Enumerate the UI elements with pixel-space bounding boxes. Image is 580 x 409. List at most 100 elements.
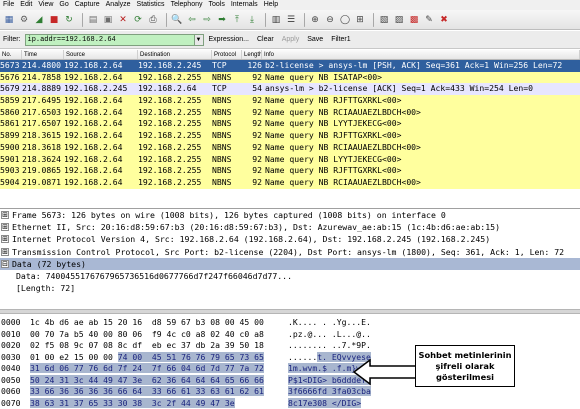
packet-cell-proto: NBNS bbox=[212, 95, 232, 106]
column-header-destination[interactable]: Destination bbox=[138, 50, 212, 59]
open-file-icon[interactable]: ▤ bbox=[87, 14, 99, 26]
packet-row[interactable]: 5904 219.0871 192.168.2.64 192.168.2.255 NBN… bbox=[0, 176, 580, 189]
filter1-button[interactable]: Filter1 bbox=[331, 36, 350, 43]
interface-list-icon[interactable]: ▦ bbox=[3, 14, 15, 26]
hex-bytes[interactable]: 02 f5 08 9c 07 08 8c df eb ec 37 db 2a 3… bbox=[30, 340, 264, 352]
start-capture-icon[interactable]: ◢ bbox=[33, 14, 45, 26]
packet-row[interactable]: 5903 219.0865 192.168.2.64 192.168.2.255 NBN… bbox=[0, 165, 580, 177]
detail-row[interactable]: ⊞ Transmission Control Protocol, Src Port… bbox=[0, 246, 580, 258]
zoom-in-icon[interactable]: ⊕ bbox=[309, 14, 321, 26]
detail-row[interactable]: ⊞ Internet Protocol Version 4, Src: 192.1… bbox=[0, 233, 580, 245]
packet-cell-no: 5673 bbox=[0, 60, 20, 70]
zoom-out-icon[interactable]: ⊖ bbox=[324, 14, 336, 26]
packet-row[interactable]: 5861 217.6507 192.168.2.64 192.168.2.255 NBN… bbox=[0, 118, 580, 131]
menu-help[interactable]: Help bbox=[264, 0, 278, 10]
save-file-icon[interactable]: ▣ bbox=[102, 14, 114, 26]
go-back-icon[interactable]: ⇦ bbox=[186, 14, 198, 26]
expand-icon[interactable]: ⊞ bbox=[1, 211, 9, 220]
packet-row[interactable]: 5679 214.8889 192.168.2.245 192.168.2.64 TCP… bbox=[0, 83, 580, 96]
packet-row[interactable]: 5900 218.3618 192.168.2.64 192.168.2.255 NBN… bbox=[0, 141, 580, 154]
close-file-icon[interactable]: ✕ bbox=[117, 14, 129, 26]
first-packet-icon[interactable]: ⤒ bbox=[231, 14, 243, 26]
save-filter-button[interactable]: Save bbox=[307, 36, 323, 43]
hex-ascii[interactable]: 3f6666fd 3fa03cba bbox=[288, 386, 371, 398]
detail-row[interactable]: ⊟ Data (72 bytes) bbox=[0, 257, 580, 270]
preferences-icon[interactable]: ✎ bbox=[423, 14, 435, 26]
last-packet-icon[interactable]: ⤓ bbox=[246, 14, 258, 26]
packet-list-header: No. Time Source Destination Protocol Len… bbox=[0, 50, 580, 60]
hex-ascii[interactable]: .pz.@... .L...@.. bbox=[288, 329, 371, 341]
capture-options-icon[interactable]: ⚙ bbox=[18, 14, 30, 26]
apply-button[interactable]: Apply bbox=[282, 36, 300, 43]
coloring-rules-icon[interactable]: ▩ bbox=[408, 14, 420, 26]
packet-cell-dst: 192.168.2.255 bbox=[138, 153, 202, 164]
hex-ascii[interactable]: .K.... . .Yg...E. bbox=[288, 317, 371, 329]
menu-view[interactable]: View bbox=[38, 0, 53, 10]
expand-icon[interactable]: ⊞ bbox=[1, 235, 9, 244]
menu-go[interactable]: Go bbox=[59, 0, 68, 10]
help-icon[interactable]: ✖ bbox=[438, 14, 450, 26]
menu-tools[interactable]: Tools bbox=[208, 0, 224, 10]
hex-bytes-segment: 02 f5 08 9c 07 08 8c df eb ec 37 db 2a 3… bbox=[30, 340, 264, 350]
go-to-packet-icon[interactable]: ➡ bbox=[216, 14, 228, 26]
packet-cell-proto: NBNS bbox=[212, 71, 232, 82]
colorize-icon[interactable]: ▥ bbox=[270, 14, 282, 26]
collapse-icon[interactable]: ⊟ bbox=[1, 259, 9, 268]
stop-capture-icon[interactable]: ■ bbox=[48, 14, 60, 26]
capture-filters-icon[interactable]: ▧ bbox=[378, 14, 390, 26]
column-header-info[interactable]: Info bbox=[262, 50, 580, 59]
hex-bytes[interactable]: 00 70 7a b5 40 00 80 06 f9 4c c0 a8 02 4… bbox=[30, 329, 264, 341]
find-packet-icon[interactable]: 🔍 bbox=[171, 14, 183, 26]
detail-text: Internet Protocol Version 4, Src: 192.16… bbox=[12, 234, 491, 245]
zoom-normal-icon[interactable]: ◯ bbox=[339, 14, 351, 26]
packet-row[interactable]: 5859 217.6495 192.168.2.64 192.168.2.255 NBN… bbox=[0, 95, 580, 107]
detail-row[interactable]: [Length: 72] bbox=[0, 282, 580, 294]
expand-icon[interactable]: ⊞ bbox=[1, 223, 9, 232]
packet-cell-dst: 192.168.2.64 bbox=[138, 83, 197, 94]
column-header-no[interactable]: No. bbox=[0, 50, 22, 59]
menu-telephony[interactable]: Telephony bbox=[171, 0, 203, 10]
display-filters-icon[interactable]: ▨ bbox=[393, 14, 405, 26]
packet-row[interactable]: 5860 217.6503 192.168.2.64 192.168.2.255 NBN… bbox=[0, 106, 580, 119]
packet-row-selected[interactable]: 5673 214.4800 192.168.2.64 192.168.2.245 TCP… bbox=[0, 60, 580, 72]
packet-row[interactable]: 5899 218.3615 192.168.2.64 192.168.2.255 NBN… bbox=[0, 130, 580, 142]
column-header-length[interactable]: Length bbox=[242, 50, 262, 59]
menu-internals[interactable]: Internals bbox=[231, 0, 258, 10]
go-forward-icon[interactable]: ⇨ bbox=[201, 14, 213, 26]
reload-icon[interactable]: ⟳ bbox=[132, 14, 144, 26]
hex-bytes[interactable]: 31 6d 06 77 76 6d 7f 24 7f 66 04 6d 7d 7… bbox=[30, 363, 264, 375]
clear-button[interactable]: Clear bbox=[257, 36, 274, 43]
detail-row[interactable]: ⊞ Frame 5673: 126 bytes on wire (1008 bit… bbox=[0, 209, 580, 221]
hex-bytes[interactable]: 33 66 36 36 36 36 66 64 33 66 61 33 63 6… bbox=[30, 386, 264, 398]
hex-ascii[interactable]: 8c17e308 </DIG> bbox=[288, 397, 362, 409]
autoscroll-icon[interactable]: ☰ bbox=[285, 14, 297, 26]
menu-statistics[interactable]: Statistics bbox=[137, 0, 165, 10]
filter-dropdown-icon[interactable]: ▼ bbox=[194, 33, 204, 46]
column-header-time[interactable]: Time bbox=[22, 50, 64, 59]
menu-analyze[interactable]: Analyze bbox=[106, 0, 131, 10]
hex-ascii-segment: ........ ..7.*9P. bbox=[288, 340, 371, 350]
packet-row[interactable]: 5901 218.3624 192.168.2.64 192.168.2.255 NBN… bbox=[0, 153, 580, 166]
hex-bytes[interactable]: 01 00 e2 15 00 00 74 00 45 51 76 76 79 6… bbox=[30, 351, 264, 364]
toolbar-separator bbox=[166, 12, 167, 27]
menu-capture[interactable]: Capture bbox=[75, 0, 100, 10]
restart-capture-icon[interactable]: ↻ bbox=[63, 14, 75, 26]
expand-icon[interactable]: ⊞ bbox=[1, 247, 9, 256]
hex-bytes[interactable]: 38 63 31 37 65 33 30 38 3c 2f 44 49 47 3… bbox=[30, 397, 235, 409]
menu-edit[interactable]: Edit bbox=[20, 0, 32, 10]
column-header-source[interactable]: Source bbox=[64, 50, 138, 59]
hex-ascii[interactable]: ........ ..7.*9P. bbox=[288, 340, 371, 352]
pane-splitter[interactable] bbox=[0, 309, 580, 314]
menu-file[interactable]: File bbox=[3, 0, 14, 10]
hex-bytes[interactable]: 1c 4b d6 ae ab 15 20 16 d8 59 67 b3 08 0… bbox=[30, 317, 264, 329]
column-header-protocol[interactable]: Protocol bbox=[212, 50, 242, 59]
hex-bytes[interactable]: 50 24 31 3c 44 49 47 3e 62 36 64 64 64 6… bbox=[30, 374, 264, 387]
resize-columns-icon[interactable]: ⊞ bbox=[354, 14, 366, 26]
detail-row[interactable]: ⊞ Ethernet II, Src: 20:16:d8:59:67:b3 (20… bbox=[0, 221, 580, 233]
packet-row[interactable]: 5676 214.7858 192.168.2.64 192.168.2.255 NBN… bbox=[0, 71, 580, 84]
detail-row[interactable]: Data: 740045517676796573651​6d0677766d7f… bbox=[0, 270, 580, 282]
hex-bytes-segment: 01 00 e2 15 00 00 bbox=[30, 351, 118, 362]
expression-button[interactable]: Expression... bbox=[209, 36, 249, 43]
print-icon[interactable]: ⎙ bbox=[147, 14, 159, 26]
display-filter-input[interactable]: ip.addr==192.168.2.64 bbox=[24, 33, 195, 46]
